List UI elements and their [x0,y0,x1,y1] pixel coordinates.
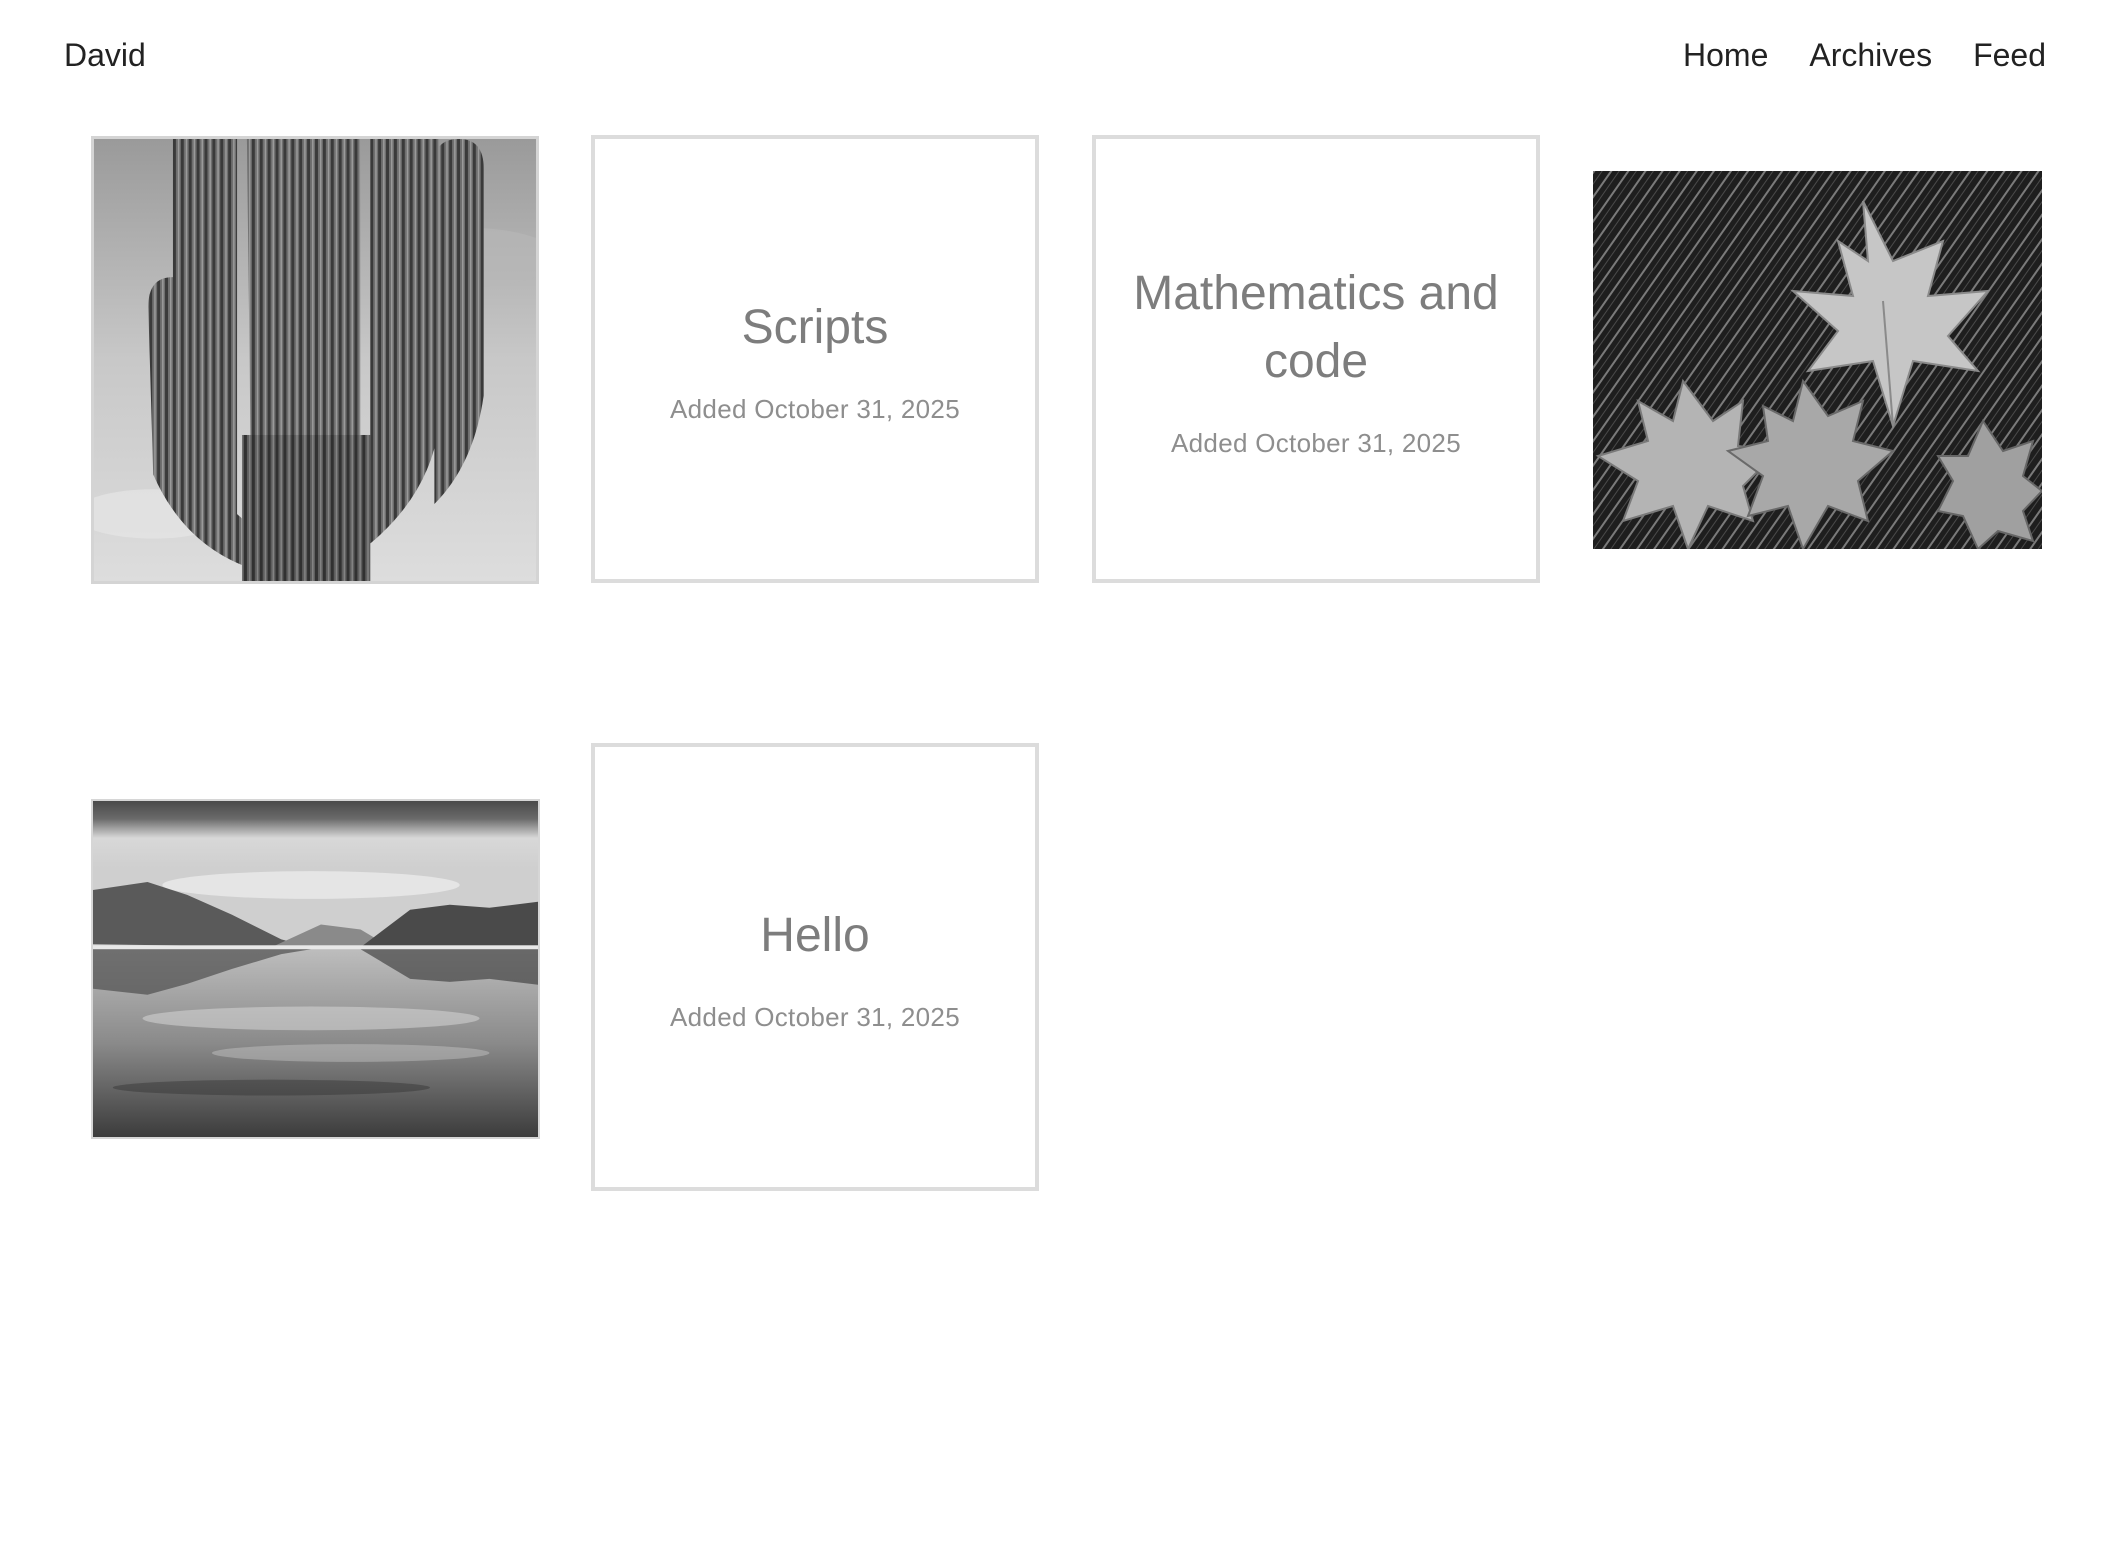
photo-post-leaves[interactable] [1593,171,2042,549]
main-nav: Home Archives Feed [1683,33,2046,77]
post-date: Added October 31, 2025 [1171,427,1461,458]
nav-archives-link[interactable]: Archives [1809,33,1932,77]
post-card-mathematics-and-code[interactable]: Mathematics and code Added October 31, 2… [1092,135,1540,583]
leaves-photo-image [1593,171,2042,549]
post-date: Added October 31, 2025 [670,1001,960,1032]
lake-photo-image [93,801,538,1137]
post-title: Hello [760,908,870,962]
site-title-link[interactable]: David [64,33,146,77]
post-title: Scripts [741,300,889,354]
post-card-hello[interactable]: Hello Added October 31, 2025 [591,743,1039,1191]
photo-post-cactus[interactable] [91,136,539,584]
page: David Home Archives Feed Scripts Added O… [0,0,2120,1560]
nav-home-link[interactable]: Home [1683,33,1768,77]
post-title: Mathematics and code [1133,266,1499,388]
photo-post-lake[interactable] [91,799,540,1139]
post-card-scripts[interactable]: Scripts Added October 31, 2025 [591,135,1039,583]
cactus-photo-image [94,139,536,581]
post-date: Added October 31, 2025 [670,393,960,424]
nav-feed-link[interactable]: Feed [1973,33,2046,77]
